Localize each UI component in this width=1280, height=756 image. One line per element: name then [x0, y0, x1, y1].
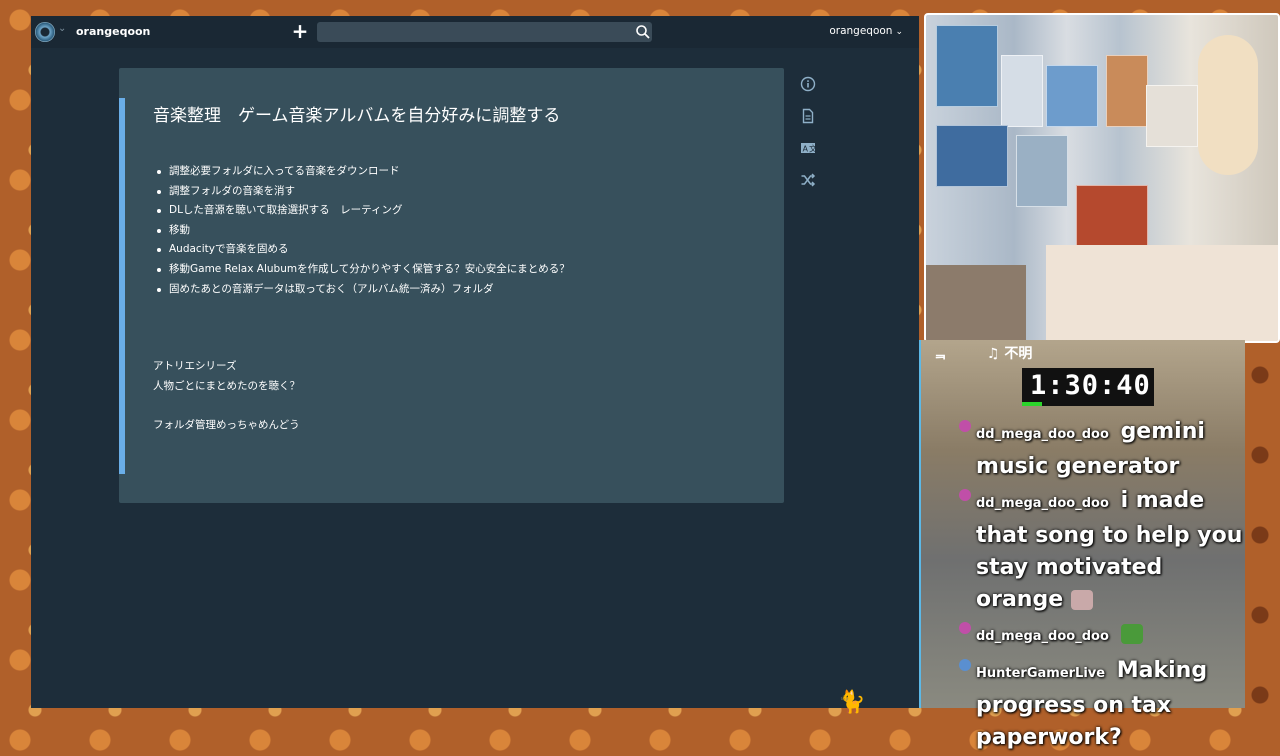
teddy-bear	[1198, 35, 1258, 175]
document-icon[interactable]	[800, 108, 816, 124]
chat-username: dd_mega_doo_doo	[976, 496, 1109, 511]
chevron-down-icon[interactable]: ⌄	[58, 23, 66, 34]
chat-username: dd_mega_doo_doo	[976, 629, 1109, 644]
note-title: 音楽整理 ゲーム音楽アルバムを自分好みに調整する	[153, 106, 561, 126]
shuffle-icon[interactable]	[800, 172, 816, 188]
list-item: 移動Game Relax Alubumを作成して分かりやすく保管する？安心安全に…	[155, 260, 570, 280]
translate-icon[interactable]: A 文	[800, 140, 816, 156]
blanket	[1046, 245, 1278, 341]
chat-badge-icon	[959, 659, 971, 671]
user-menu-button[interactable]: orangeqoon ⌄	[829, 25, 903, 37]
timer-progress-bar	[1022, 402, 1042, 406]
notes-app-window: ⌄ orangeqoon + orangeqoon ⌄ 音楽整理 ゲーム音楽アルバ…	[31, 16, 919, 708]
note-accent-bar	[119, 98, 125, 474]
now-playing-title: ♫ 不明	[986, 346, 1033, 362]
user-name: orangeqoon	[829, 25, 893, 37]
overlay-edge	[919, 340, 921, 708]
chat-message: dd_mega_doo_doo	[955, 618, 1245, 653]
chat-badge-icon	[959, 489, 971, 501]
search-input[interactable]	[317, 22, 652, 42]
note-bullet-list: 調整必要フォルダに入ってる音楽をダウンロード 調整フォルダの音楽を消す DLした…	[155, 162, 570, 299]
chat-username: dd_mega_doo_doo	[976, 427, 1109, 442]
note-line: 人物ごとにまとめたのを聴く？	[153, 380, 300, 392]
list-item: 調整フォルダの音楽を消す	[155, 182, 570, 202]
bookshelf	[926, 265, 1026, 341]
chat-message: dd_mega_doo_doo gemini music generator	[955, 416, 1245, 483]
timer-text: 1:30:40	[1030, 370, 1151, 401]
chevron-down-icon: ⌄	[895, 27, 903, 37]
list-item: DLした音源を聴いて取捨選択する レーティング	[155, 201, 570, 221]
stream-timer: 1:30:40	[1022, 368, 1154, 406]
workspace-name[interactable]: orangeqoon	[76, 25, 150, 38]
list-item: 固めたあとの音源データは取っておく（アルバム統一済み）フォルダ	[155, 280, 570, 300]
cat-sticker-icon: 🐈	[838, 690, 866, 715]
chat-message: HunterGamerLive Making progress on tax p…	[955, 655, 1245, 754]
pepe-emote-icon	[1120, 624, 1143, 644]
now-playing-prefix: ᆿ	[934, 346, 947, 362]
webcam-feed	[924, 13, 1280, 343]
list-item: 調整必要フォルダに入ってる音楽をダウンロード	[155, 162, 570, 182]
chat-username: HunterGamerLive	[976, 666, 1106, 681]
list-item: 移動	[155, 221, 570, 241]
cat-emote-icon	[1070, 590, 1093, 610]
app-logo-icon[interactable]	[35, 22, 55, 42]
note-card[interactable]: 音楽整理 ゲーム音楽アルバムを自分好みに調整する 調整必要フォルダに入ってる音楽…	[119, 68, 784, 503]
chat-badge-icon	[959, 622, 971, 634]
note-line: アトリエシリーズ	[153, 360, 237, 372]
chat-feed: dd_mega_doo_doo gemini music generator d…	[955, 416, 1245, 756]
now-playing: ᆿ ♫ 不明	[934, 343, 1032, 363]
top-bar: ⌄ orangeqoon + orangeqoon ⌄	[31, 16, 919, 48]
chat-badge-icon	[959, 420, 971, 432]
chat-message: dd_mega_doo_doo i made that song to help…	[955, 485, 1245, 616]
add-note-button[interactable]: +	[290, 20, 310, 42]
search-icon[interactable]	[635, 24, 651, 40]
info-icon[interactable]	[800, 76, 816, 92]
list-item: Audacityで音楽を固める	[155, 240, 570, 260]
svg-text:文: 文	[809, 144, 816, 154]
svg-text:A: A	[803, 145, 809, 154]
note-line: フォルダ管理めっちゃめんどう	[153, 419, 300, 431]
